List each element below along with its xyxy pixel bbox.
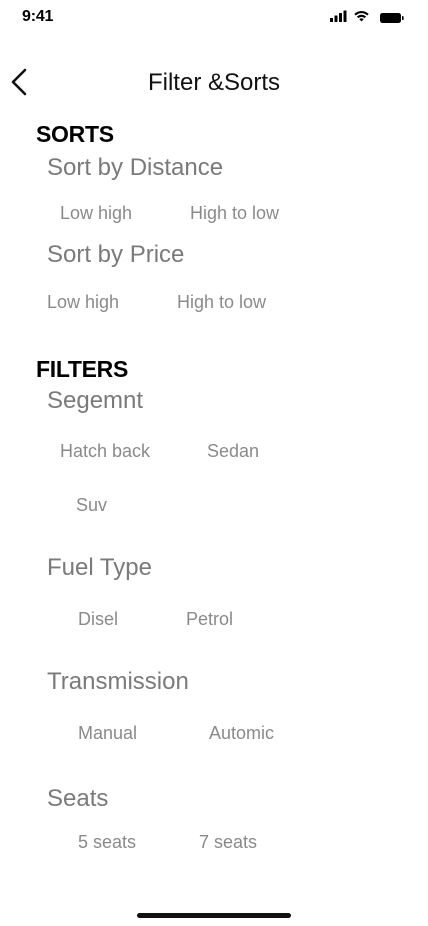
- sort-distance-low-high[interactable]: Low high: [60, 203, 132, 224]
- fuel-option-petrol[interactable]: Petrol: [186, 609, 233, 630]
- fuel-type-title: Fuel Type: [47, 554, 152, 581]
- transmission-title: Transmission: [47, 668, 189, 695]
- seats-option-5[interactable]: 5 seats: [78, 832, 136, 853]
- signal-icon: [330, 9, 348, 23]
- transmission-option-automic[interactable]: Automic: [209, 723, 274, 744]
- sort-distance-title: Sort by Distance: [47, 154, 224, 181]
- segment-title: Segemnt: [47, 387, 144, 414]
- segment-option-suv[interactable]: Suv: [76, 495, 107, 516]
- sort-price-low-high[interactable]: Low high: [47, 292, 119, 313]
- status-time: 9:41: [22, 8, 54, 25]
- sort-price-high-low[interactable]: High to low: [177, 292, 266, 313]
- transmission-option-manual[interactable]: Manual: [78, 723, 137, 744]
- segment-option-sedan[interactable]: Sedan: [207, 441, 259, 462]
- fuel-option-disel[interactable]: Disel: [78, 609, 118, 630]
- filters-section-title: FILTERS: [36, 356, 129, 382]
- status-icons: [330, 9, 405, 25]
- battery-icon: [380, 11, 404, 23]
- seats-option-7[interactable]: 7 seats: [199, 832, 257, 853]
- home-indicator[interactable]: [137, 913, 291, 918]
- page-title: Filter &Sorts: [147, 69, 281, 96]
- wifi-icon: [353, 9, 370, 23]
- seats-title: Seats: [47, 785, 109, 812]
- sorts-section-title: SORTS: [36, 121, 114, 147]
- sort-price-title: Sort by Price: [47, 241, 185, 268]
- sort-distance-high-low[interactable]: High to low: [190, 203, 279, 224]
- segment-option-hatchback[interactable]: Hatch back: [60, 441, 150, 462]
